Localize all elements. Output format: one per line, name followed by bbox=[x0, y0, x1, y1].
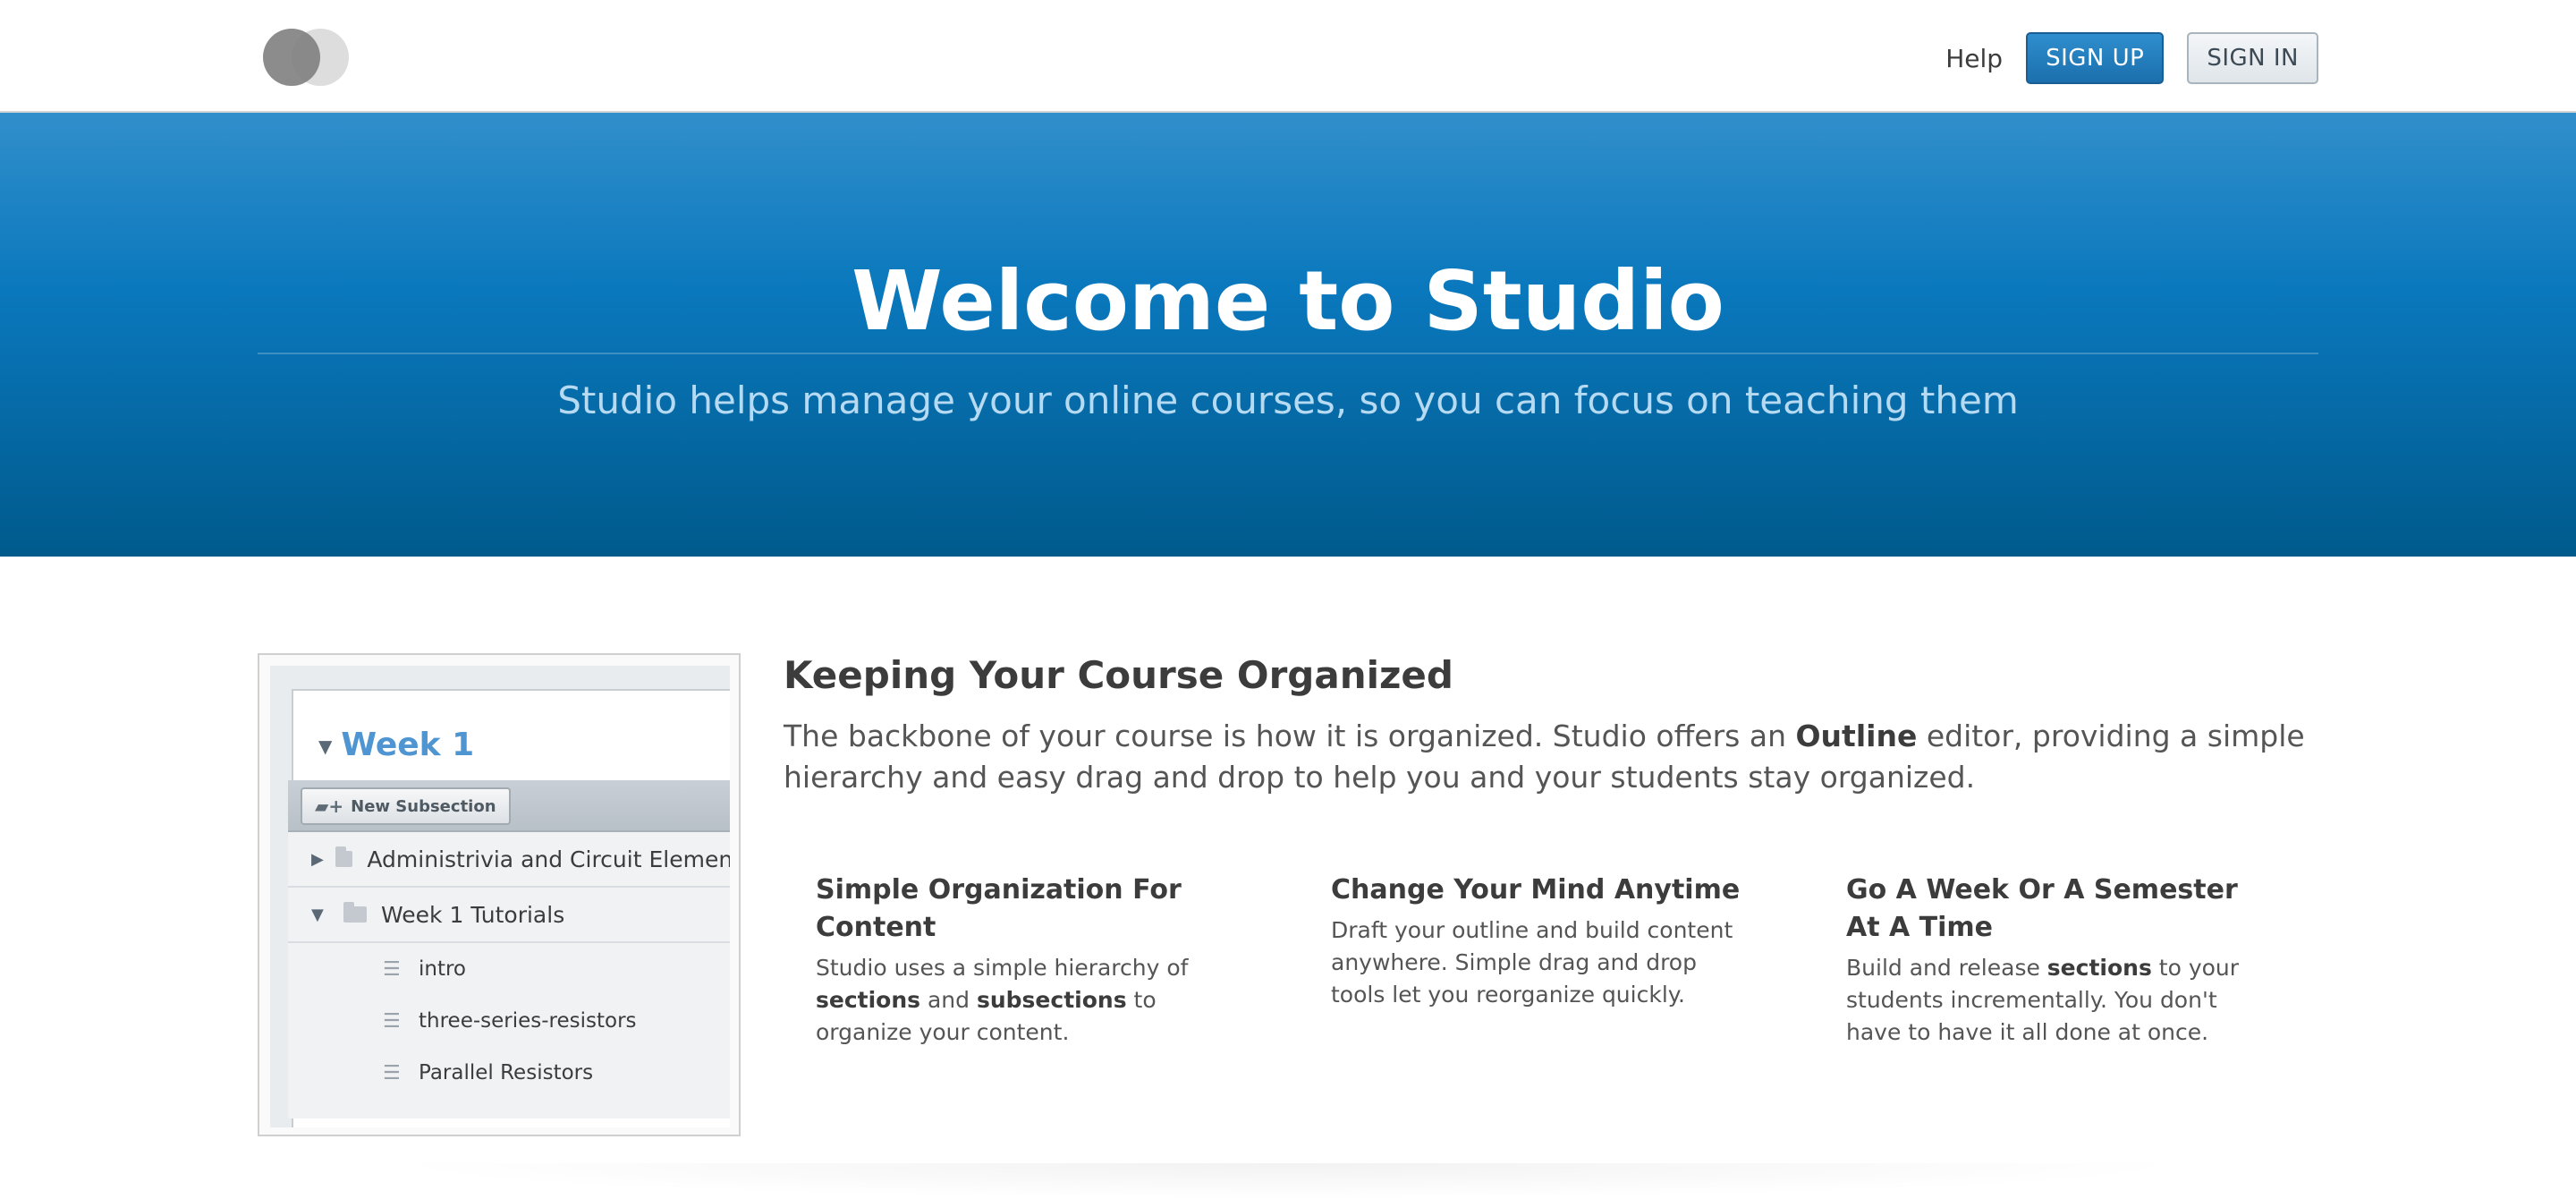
new-subsection-button: ▰+ New Subsection bbox=[301, 787, 511, 825]
list-item: ▶ Administrivia and Circuit Elements bbox=[288, 832, 730, 888]
feature-title: Change Your Mind Anytime bbox=[1331, 874, 1741, 906]
outline-list: ▶ Administrivia and Circuit Elements ▼ W… bbox=[288, 832, 730, 1118]
sign-up-button[interactable]: SIGN UP bbox=[2026, 32, 2165, 84]
feature-title: Go A Week Or A Semester At A Time bbox=[1846, 874, 2238, 943]
folder-icon bbox=[335, 846, 353, 867]
feature-text-part: Studio uses a simple hierarchy of bbox=[816, 955, 1189, 981]
week-title-text: Week 1 bbox=[341, 727, 475, 763]
hero-title: Welcome to Studio bbox=[852, 253, 1724, 349]
subsection-toolbar: ▰+ New Subsection bbox=[288, 780, 730, 832]
site-header: Help SIGN UP SIGN IN bbox=[0, 0, 2576, 113]
folder-plus-icon: ▰+ bbox=[315, 795, 344, 817]
list-item-label: Week 1 Tutorials bbox=[381, 901, 565, 928]
help-link[interactable]: Help bbox=[1945, 44, 2003, 73]
feature-text-part: Build and release bbox=[1846, 955, 2047, 981]
expand-triangle-icon: ▼ bbox=[318, 736, 333, 757]
outline-preview-canvas: ▼ Week 1 ▰+ New Subsection ▶ Administrivi… bbox=[270, 666, 730, 1127]
section-description: The backbone of your course is how it is… bbox=[784, 716, 2331, 798]
list-item-label: three-series-resistors bbox=[419, 1009, 637, 1033]
section-shadow bbox=[376, 1163, 2200, 1199]
header-nav: Help SIGN UP SIGN IN bbox=[1945, 32, 2318, 84]
feature-text-bold: subsections bbox=[976, 987, 1127, 1013]
folder-icon bbox=[343, 902, 367, 923]
feature-text-part: and bbox=[920, 987, 977, 1013]
feature-week-semester: Go A Week Or A Semester At A Time Build … bbox=[1846, 872, 2267, 1049]
outline-preview-image: ▼ Week 1 ▰+ New Subsection ▶ Administrivi… bbox=[258, 653, 741, 1136]
hero-subtitle: Studio helps manage your online courses,… bbox=[557, 378, 2019, 422]
desc-bold: Outline bbox=[1795, 719, 1918, 753]
feature-text-bold: sections bbox=[816, 987, 921, 1013]
expanded-triangle-icon: ▼ bbox=[311, 905, 324, 924]
list-icon: ☰ bbox=[383, 1061, 401, 1084]
sign-in-button[interactable]: SIGN IN bbox=[2187, 32, 2318, 84]
logo-circle-dark bbox=[263, 29, 320, 86]
section-title: Keeping Your Course Organized bbox=[784, 653, 1453, 697]
feature-text-bold: sections bbox=[2046, 955, 2152, 981]
collapsed-triangle-icon: ▶ bbox=[311, 849, 324, 869]
hero-divider bbox=[258, 353, 2318, 354]
list-item: ☰ three-series-resistors bbox=[288, 995, 730, 1047]
week-heading: ▼ Week 1 bbox=[318, 727, 474, 763]
feature-text: Draft your outline and build content any… bbox=[1331, 917, 1733, 1008]
feature-title: Simple Organization For Content bbox=[816, 874, 1182, 943]
desc-text: The backbone of your course is how it is… bbox=[784, 719, 1796, 753]
studio-logo[interactable] bbox=[263, 29, 349, 86]
feature-change-mind: Change Your Mind Anytime Draft your outl… bbox=[1331, 872, 1751, 1011]
list-item: ☰ Parallel Resistors bbox=[288, 1047, 730, 1099]
feature-organization: Simple Organization For Content Studio u… bbox=[816, 872, 1236, 1049]
list-item: ☰ intro bbox=[288, 943, 730, 995]
feature-text: Studio uses a simple hierarchy of sectio… bbox=[816, 952, 1236, 1049]
feature-text: Build and release sections to your stude… bbox=[1846, 952, 2267, 1049]
list-icon: ☰ bbox=[383, 1009, 401, 1033]
list-item: ▼ Week 1 Tutorials bbox=[288, 888, 730, 943]
new-subsection-label: New Subsection bbox=[351, 796, 496, 816]
list-item-label: Parallel Resistors bbox=[419, 1061, 594, 1084]
list-item-label: Administrivia and Circuit Elements bbox=[367, 846, 730, 872]
list-icon: ☰ bbox=[383, 957, 401, 981]
list-item-label: intro bbox=[419, 957, 467, 981]
hero-banner: Welcome to Studio Studio helps manage yo… bbox=[0, 113, 2576, 557]
